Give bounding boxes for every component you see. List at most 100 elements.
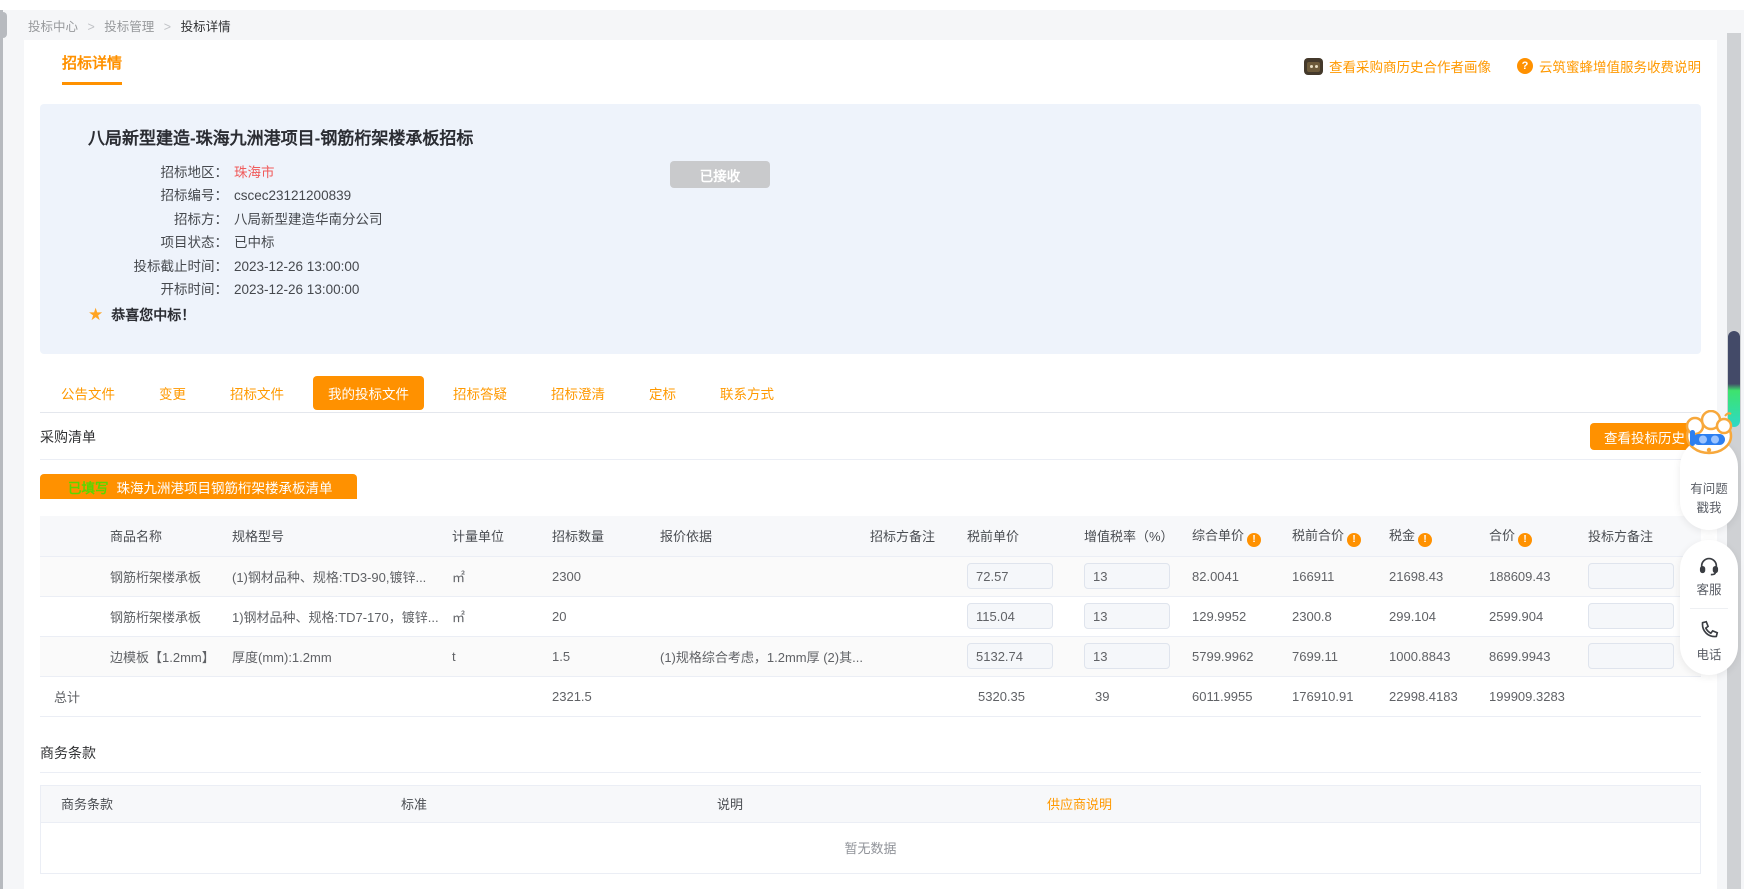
tab-tender-files[interactable]: 招标文件	[215, 376, 299, 410]
business-terms-header: 商务条款 标准 说明 供应商说明	[41, 786, 1700, 823]
business-terms-title: 商务条款	[40, 743, 1701, 763]
cell-pre-tax-total: 166911	[1292, 556, 1389, 596]
purchase-table: 商品名称 规格型号 计量单位 招标数量 报价依据 招标方备注 税前单价 增值税率…	[40, 516, 1701, 717]
total-row: 总计 2321.5 5320.35 39 6011.9955 176910.91…	[40, 676, 1701, 716]
view-purchaser-portrait-link[interactable]: 查看采购商历史合作者画像	[1304, 56, 1491, 76]
info-icon[interactable]: !	[1518, 533, 1532, 547]
breadcrumb-bid-management[interactable]: 投标管理	[104, 20, 154, 34]
received-status-button[interactable]: 已接收	[670, 161, 770, 188]
empty-cell	[1588, 676, 1701, 716]
total-combined-price: 6011.9955	[1192, 676, 1292, 716]
total-total: 199909.3283	[1489, 676, 1588, 716]
cell-tenderer-note	[870, 596, 967, 636]
col-combined-price: 综合单价!	[1192, 516, 1292, 556]
table-row: 钢筋桁架楼承板 (1)钢材品种、规格:TD3-90,镀锌... ㎡ 2300 8…	[40, 556, 1701, 596]
tab-tender-qa[interactable]: 招标答疑	[438, 376, 522, 410]
divider	[1690, 608, 1728, 609]
cell-pre-tax-total: 2300.8	[1292, 596, 1389, 636]
supplier-note-input[interactable]	[1588, 643, 1674, 669]
cell-tax: 299.104	[1389, 596, 1489, 636]
empty-cell	[452, 676, 552, 716]
breadcrumb-separator: >	[164, 20, 171, 34]
tab-tender-detail[interactable]: 招标详情	[62, 52, 122, 85]
col-business-term: 商务条款	[41, 794, 381, 813]
col-supplier-description: 供应商说明	[1027, 794, 1700, 813]
cell-qty: 2300	[552, 556, 660, 596]
info-icon[interactable]: !	[1418, 533, 1432, 547]
left-edge-rail	[0, 10, 3, 889]
tab-my-bid-files[interactable]: 我的投标文件	[313, 376, 424, 410]
filled-status-badge: 已填写	[68, 477, 109, 497]
vat-rate-input[interactable]	[1084, 603, 1170, 629]
cell-basis	[660, 556, 870, 596]
field-value: 八局新型建造华南分公司	[234, 208, 383, 231]
field-open-time: 开标时间： 2023-12-26 13:00:00	[88, 278, 1677, 301]
help-bubble[interactable]: 有问题 戳我	[1680, 438, 1738, 530]
col-unit: 计量单位	[452, 516, 552, 556]
vat-rate-input[interactable]	[1084, 563, 1170, 589]
cell-product-name: 边模板【1.2mm】	[40, 636, 232, 676]
breadcrumb: 投标中心 > 投标管理 > 投标详情	[28, 16, 231, 35]
help-bubble-line1: 有问题	[1680, 478, 1738, 497]
vat-rate-input[interactable]	[1084, 643, 1170, 669]
purchase-list-chip[interactable]: 已填写 珠海九洲港项目钢筋桁架楼承板清单	[40, 474, 357, 499]
customer-service-item[interactable]: 客服	[1680, 554, 1738, 598]
cell-qty: 1.5	[552, 636, 660, 676]
breadcrumb-bid-center[interactable]: 投标中心	[28, 20, 78, 34]
cell-qty: 20	[552, 596, 660, 636]
col-spec-model: 规格型号	[232, 516, 452, 556]
cell-spec: (1)钢材品种、规格:TD3-90,镀锌...	[232, 556, 452, 596]
tab-tender-clarification[interactable]: 招标澄清	[536, 376, 620, 410]
empty-cell	[232, 676, 452, 716]
field-label: 投标截止时间：	[88, 255, 228, 278]
field-label: 招标地区：	[88, 161, 228, 184]
tab-announcement-files[interactable]: 公告文件	[46, 376, 130, 410]
tender-fields: 招标地区： 珠海市 招标编号： cscec23121200839 招标方： 八局…	[88, 161, 1677, 301]
supplier-note-input[interactable]	[1588, 603, 1674, 629]
cell-combined-price: 5799.9962	[1192, 636, 1292, 676]
field-value: 2023-12-26 13:00:00	[234, 255, 359, 278]
star-icon: ★	[88, 305, 103, 325]
info-icon[interactable]: !	[1247, 533, 1261, 547]
tender-title: 八局新型建造-珠海九洲港项目-钢筋桁架楼承板招标	[88, 118, 1677, 149]
info-icon[interactable]: !	[1347, 533, 1361, 547]
bid-detail-page: 投标中心 > 投标管理 > 投标详情 招标详情 查看采购商历史合作者画像 ? 云…	[0, 0, 1744, 889]
tender-info-panel: 八局新型建造-珠海九洲港项目-钢筋桁架楼承板招标 已接收 招标地区： 珠海市 招…	[40, 104, 1701, 354]
field-project-status: 项目状态： 已中标	[88, 231, 1677, 254]
breadcrumb-separator: >	[88, 20, 95, 34]
pre-tax-price-input[interactable]	[967, 603, 1053, 629]
empty-cell	[660, 676, 870, 716]
question-icon: ?	[1517, 58, 1533, 74]
field-label: 招标方：	[88, 208, 228, 231]
left-drawer-handle-icon[interactable]	[0, 12, 7, 38]
field-value: cscec23121200839	[234, 184, 351, 207]
purchase-table-header-row: 商品名称 规格型号 计量单位 招标数量 报价依据 招标方备注 税前单价 增值税率…	[40, 516, 1701, 556]
col-pre-tax-price: 税前单价	[967, 516, 1084, 556]
tab-contact[interactable]: 联系方式	[705, 376, 789, 410]
total-qty: 2321.5	[552, 676, 660, 716]
tab-changes[interactable]: 变更	[144, 376, 201, 410]
supplier-note-input[interactable]	[1588, 563, 1674, 589]
cell-combined-price: 129.9952	[1192, 596, 1292, 636]
cell-unit: ㎡	[452, 556, 552, 596]
breadcrumb-bid-detail: 投标详情	[181, 20, 231, 34]
pre-tax-price-input[interactable]	[967, 563, 1053, 589]
field-label: 开标时间：	[88, 278, 228, 301]
total-pre-tax-price: 5320.35	[967, 676, 1084, 716]
cell-basis	[660, 596, 870, 636]
table-row: 边模板【1.2mm】 厚度(mm):1.2mm t 1.5 (1)规格综合考虑，…	[40, 636, 1701, 676]
phone-item[interactable]: 电话	[1680, 619, 1738, 663]
field-tender-no: 招标编号： cscec23121200839	[88, 184, 1677, 207]
cell-total: 2599.904	[1489, 596, 1588, 636]
col-product-name: 商品名称	[40, 516, 232, 556]
cell-tax: 21698.43	[1389, 556, 1489, 596]
field-value-region[interactable]: 珠海市	[234, 161, 275, 184]
purchase-section-title: 采购清单	[40, 427, 96, 447]
bee-mascot-icon	[1681, 410, 1737, 460]
fee-explanation-link[interactable]: ? 云筑蜜蜂增值服务收费说明	[1517, 56, 1701, 76]
header-links: 查看采购商历史合作者画像 ? 云筑蜜蜂增值服务收费说明	[1304, 56, 1701, 76]
cell-total: 188609.43	[1489, 556, 1588, 596]
cell-product-name: 钢筋桁架楼承板	[40, 556, 232, 596]
pre-tax-price-input[interactable]	[967, 643, 1053, 669]
tab-award[interactable]: 定标	[634, 376, 691, 410]
